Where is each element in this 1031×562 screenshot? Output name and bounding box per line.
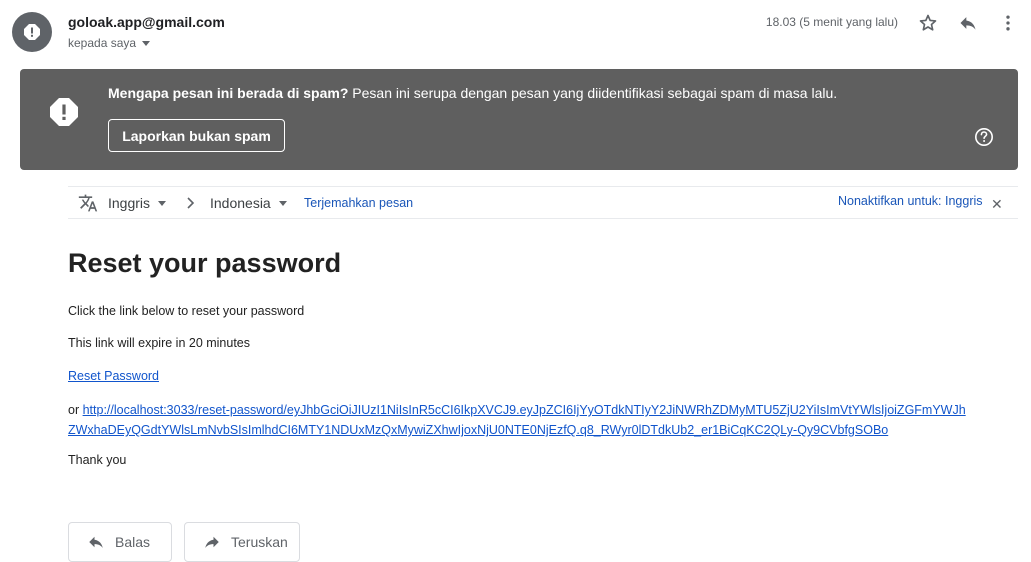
forward-button[interactable]: Teruskan	[184, 522, 300, 562]
target-language-label: Indonesia	[210, 195, 271, 211]
target-language-dropdown[interactable]: Indonesia	[210, 195, 287, 211]
body-line-1: Click the link below to reset your passw…	[68, 304, 305, 318]
forward-label: Teruskan	[231, 534, 288, 550]
reset-url-paragraph: or http://localhost:3033/reset-password/…	[68, 400, 973, 440]
recipient-details[interactable]: kepada saya	[68, 36, 151, 50]
help-icon[interactable]	[974, 127, 994, 147]
chevron-down-icon	[142, 40, 151, 46]
reply-button[interactable]: Balas	[68, 522, 172, 562]
report-not-spam-button[interactable]: Laporkan bukan spam	[108, 119, 285, 152]
reset-url-link[interactable]: http://localhost:3033/reset-password/eyJ…	[68, 403, 966, 437]
sender-email[interactable]: goloak.app@gmail.com	[68, 14, 225, 30]
translate-icon	[78, 193, 98, 213]
spam-question: Mengapa pesan ini berada di spam?	[108, 85, 349, 101]
spam-explanation: Mengapa pesan ini berada di spam? Pesan …	[108, 85, 837, 101]
disable-translation-link[interactable]: Nonaktifkan untuk: Inggris	[838, 194, 983, 208]
more-options-icon[interactable]	[995, 10, 1021, 36]
source-language-dropdown[interactable]: Inggris	[108, 195, 167, 211]
closing-text: Thank you	[68, 453, 127, 467]
chevron-down-icon	[158, 200, 167, 206]
reply-icon[interactable]	[955, 10, 981, 36]
chevron-right-icon	[185, 195, 197, 216]
chevron-down-icon	[278, 200, 287, 206]
reset-password-link[interactable]: Reset Password	[68, 369, 159, 383]
star-icon[interactable]	[915, 10, 941, 36]
spam-reason: Pesan ini serupa dengan pesan yang diide…	[348, 85, 838, 101]
spam-warning-icon	[12, 12, 52, 52]
reply-label: Balas	[115, 534, 151, 550]
translate-message-link[interactable]: Terjemahkan pesan	[304, 196, 413, 210]
recipient-label: kepada saya	[68, 36, 137, 50]
message-timestamp: 18.03 (5 menit yang lalu)	[765, 15, 898, 29]
forward-icon	[205, 536, 219, 548]
reply-icon	[89, 536, 103, 548]
body-line-2: This link will expire in 20 minutes	[68, 336, 251, 350]
close-icon[interactable]: ✕	[991, 196, 1003, 213]
email-heading: Reset your password	[68, 248, 342, 278]
spam-warning-icon	[49, 97, 79, 127]
source-language-label: Inggris	[108, 195, 151, 211]
or-text: or	[68, 403, 83, 417]
